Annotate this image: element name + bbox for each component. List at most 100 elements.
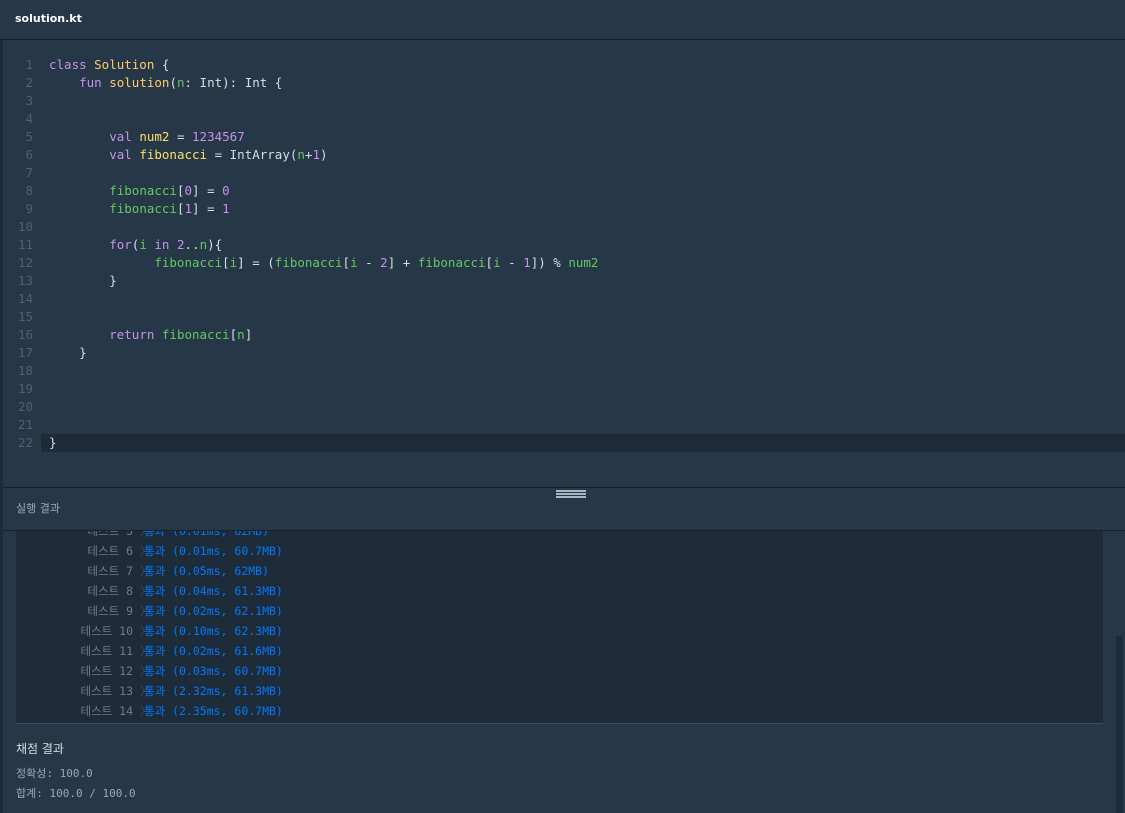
result-title: 실행 결과 (16, 502, 60, 515)
line-number: 4 (25, 111, 33, 126)
test-label: 테스트 7 (87, 564, 133, 578)
test-result-text: 통과 (2.32ms, 61.3MB) (144, 684, 283, 698)
line-number: 10 (17, 219, 33, 234)
code-token: class (49, 57, 95, 72)
code-line[interactable]: 10 (3, 218, 1125, 236)
line-number: 17 (17, 345, 33, 360)
code-line[interactable]: 2 fun solution(n: Int): Int { (3, 74, 1125, 92)
code-token: 2 (176, 237, 185, 252)
code-token: [ (485, 255, 494, 270)
code-token: in (146, 237, 177, 252)
total-score: 합계: 100.0 / 100.0 (16, 787, 136, 800)
code-token: num2 (568, 255, 599, 270)
test-label: 테스트 10 (80, 624, 133, 638)
code-token: fibonacci (139, 147, 208, 162)
code-line[interactable]: 3 (3, 92, 1125, 110)
line-number: 14 (17, 291, 33, 306)
code-editor[interactable]: 1 class Solution {2 fun solution(n: Int):… (3, 41, 1125, 487)
code-line[interactable]: 14 (3, 290, 1125, 308)
test-result-row: 테스트 6 〉 통과 (0.01ms, 60.7MB) (16, 541, 1103, 561)
file-tab-solution[interactable]: solution.kt (15, 12, 82, 25)
code-line[interactable]: 7 (3, 164, 1125, 182)
test-label: 테스트 6 (87, 544, 133, 558)
test-result-text: 통과 (0.02ms, 62.1MB) (144, 604, 283, 618)
code-line[interactable]: 19 (3, 380, 1125, 398)
test-result-text: 통과 (0.01ms, 60.7MB) (144, 544, 283, 558)
line-number: 16 (17, 327, 33, 342)
code-token: .. (184, 237, 200, 252)
line-number: 1 (25, 57, 33, 72)
code-line[interactable]: 4 (3, 110, 1125, 128)
code-token: return (109, 327, 162, 342)
test-result-text: 통과 (0.01ms, 62MB) (144, 531, 270, 538)
line-number: 2 (25, 75, 33, 90)
test-result-text: 통과 (0.10ms, 62.3MB) (144, 624, 283, 638)
code-line[interactable]: 22} (18, 434, 1125, 452)
grade-title: 채점 결과 (16, 742, 64, 756)
code-token: 1 (312, 147, 320, 162)
code-token: ] = (192, 183, 223, 198)
code-token: n (176, 75, 185, 90)
line-number: 12 (17, 255, 33, 270)
code-line[interactable]: 9 fibonacci[1] = 1 (3, 200, 1125, 218)
line-number: 5 (25, 129, 33, 144)
code-token: 0 (222, 183, 230, 198)
line-number: 8 (25, 183, 33, 198)
code-token: 1234567 (192, 129, 245, 144)
code-line[interactable]: 6 val fibonacci = IntArray(n+1) (3, 146, 1125, 164)
line-number: 13 (17, 273, 33, 288)
line-number: 9 (25, 201, 33, 216)
code-token: : Int): Int { (184, 75, 283, 90)
code-line[interactable]: 1 class Solution { (3, 56, 1125, 74)
code-token: fibonacci (274, 255, 343, 270)
code-token: n (199, 237, 208, 252)
code-token: ){ (207, 237, 223, 252)
test-result-row: 테스트 11 〉 통과 (0.02ms, 61.6MB) (16, 641, 1103, 661)
code-token: { (154, 57, 170, 72)
code-token: val (109, 129, 140, 144)
code-line[interactable]: 12 fibonacci[i] = (fibonacci[i - 2] + fi… (3, 254, 1125, 272)
code-line[interactable]: 16 return fibonacci[n] (3, 326, 1125, 344)
code-line[interactable]: 8 fibonacci[0] = 0 (3, 182, 1125, 200)
accuracy-score: 정확성: 100.0 (16, 767, 93, 780)
code-token: 0 (184, 183, 193, 198)
code-token: fun (79, 75, 110, 90)
test-result-row: 테스트 14 〉 통과 (2.35ms, 60.7MB) (16, 701, 1103, 721)
test-result-row: 테스트 5 〉 통과 (0.01ms, 62MB) (16, 531, 1103, 541)
code-line[interactable]: 20 (3, 398, 1125, 416)
drag-handle-icon[interactable] (556, 490, 586, 498)
code-token: [ (342, 255, 351, 270)
code-token: 1 (523, 255, 531, 270)
line-number: 18 (17, 363, 33, 378)
code-line[interactable]: 17 } (3, 344, 1125, 362)
test-result-row: 테스트 9 〉 통과 (0.02ms, 62.1MB) (16, 601, 1103, 621)
test-results-list[interactable]: 테스트 5 〉 통과 (0.01ms, 62MB) 테스트 6 〉 통과 (0.01ms,… (16, 531, 1103, 724)
code-token: val (109, 147, 140, 162)
code-token: [ (222, 255, 230, 270)
line-number: 3 (25, 93, 33, 108)
line-number: 15 (17, 309, 33, 324)
code-token: num2 (139, 129, 170, 144)
code-token: i (139, 237, 147, 252)
test-result-text: 통과 (2.35ms, 60.7MB) (144, 704, 283, 718)
scrollbar-thumb[interactable] (1116, 636, 1123, 813)
code-line[interactable]: 13 } (3, 272, 1125, 290)
line-number: 21 (17, 417, 33, 432)
code-line[interactable]: 5 val num2 = 1234567 (3, 128, 1125, 146)
line-number: 11 (17, 237, 33, 252)
code-line[interactable]: 15 (3, 308, 1125, 326)
code-token: for (109, 237, 132, 252)
code-token: fibonacci (109, 183, 177, 198)
test-label: 테스트 5 (87, 531, 133, 538)
code-line[interactable]: 11 for(i in 2..n){ (3, 236, 1125, 254)
code-token: ( (169, 75, 177, 90)
code-line[interactable]: 21 (3, 416, 1125, 434)
result-splitter[interactable]: 실행 결과 (3, 487, 1125, 531)
code-line[interactable]: 18 (3, 362, 1125, 380)
test-result-row: 테스트 12 〉 통과 (0.03ms, 60.7MB) (16, 661, 1103, 681)
